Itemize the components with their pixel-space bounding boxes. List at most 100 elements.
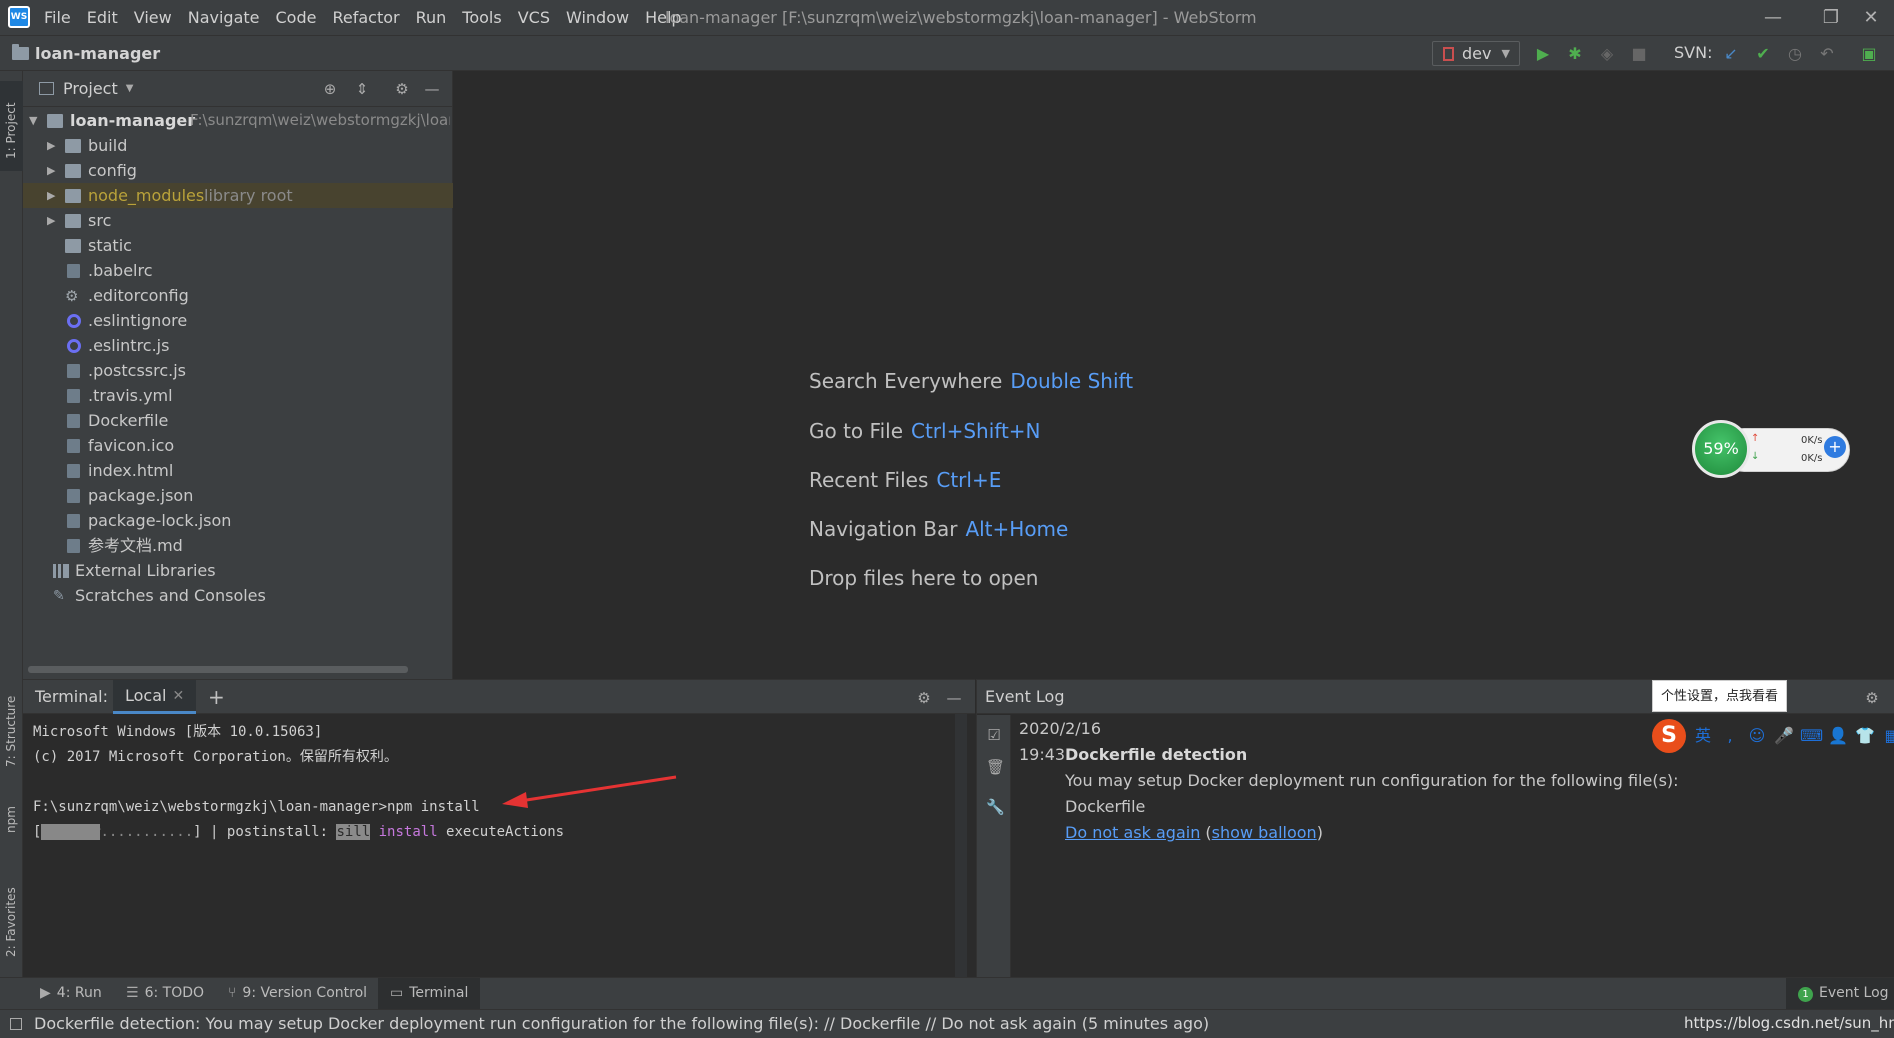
tree-item[interactable]: package.json: [23, 483, 453, 508]
new-terminal-plus-icon[interactable]: +: [208, 680, 225, 714]
menu-navigate[interactable]: Navigate: [188, 0, 260, 35]
tree-item[interactable]: index.html: [23, 458, 453, 483]
svn-update-icon[interactable]: ↙: [1722, 45, 1740, 63]
tab-npm[interactable]: npm: [0, 783, 23, 843]
tree-item[interactable]: .eslintignore: [23, 308, 453, 333]
rollback-icon[interactable]: ↶: [1818, 45, 1836, 63]
menu-edit[interactable]: Edit: [87, 0, 118, 35]
trash-icon[interactable]: 🗑: [986, 759, 1005, 775]
collapsed-arrow-icon[interactable]: ▶: [47, 133, 59, 158]
close-tab-icon[interactable]: ✕: [172, 680, 184, 712]
skin-shirt-icon[interactable]: 👕: [1854, 725, 1876, 747]
tree-external-libraries[interactable]: External Libraries: [23, 558, 453, 583]
tree-item[interactable]: .travis.yml: [23, 383, 453, 408]
toggle-tool-windows-icon[interactable]: [10, 1018, 22, 1030]
tree-item[interactable]: ▶ node_modules library root: [23, 183, 453, 208]
tree-item[interactable]: package-lock.json: [23, 508, 453, 533]
tab-terminal[interactable]: ▭ Terminal: [378, 978, 481, 1009]
tree-item[interactable]: Dockerfile: [23, 408, 453, 433]
bottom-tool-tabs: ▶ 4: Run ☰ 6: TODO ⑂ 9: Version Control ▭ Te…: [0, 977, 1894, 1009]
tree-item-label: .postcssrc.js: [88, 361, 186, 380]
tab-project[interactable]: 1: Project: [0, 81, 23, 171]
svn-commit-icon[interactable]: ✔: [1754, 45, 1772, 63]
debug-icon[interactable]: ✱: [1566, 45, 1584, 63]
wrench-icon[interactable]: 🔧: [986, 799, 1005, 815]
grid-menu-icon[interactable]: ▦: [1881, 725, 1894, 747]
run-config-value: dev: [1462, 44, 1492, 63]
history-icon[interactable]: ◷: [1786, 45, 1804, 63]
layout-icon[interactable]: ▣: [1860, 45, 1878, 63]
menu-window[interactable]: Window: [566, 0, 629, 35]
ime-language-toggle[interactable]: 英: [1692, 725, 1714, 747]
svn-label: SVN:: [1674, 43, 1713, 62]
close-window-button[interactable]: ✕: [1848, 0, 1894, 35]
tree-item[interactable]: .babelrc: [23, 258, 453, 283]
accelerate-plus-icon[interactable]: +: [1824, 436, 1846, 458]
tree-item[interactable]: .postcssrc.js: [23, 358, 453, 383]
stop-icon[interactable]: ■: [1630, 45, 1648, 63]
tree-item[interactable]: static: [23, 233, 453, 258]
terminal-tab-local[interactable]: Local ✕: [113, 680, 197, 714]
tree-item[interactable]: ▶ config: [23, 158, 453, 183]
horizontal-scrollbar[interactable]: [28, 666, 408, 673]
locate-icon[interactable]: ⊕: [321, 80, 339, 98]
menu-refactor[interactable]: Refactor: [332, 0, 399, 35]
event-log-toolbar: ☑ 🗑 🔧: [977, 715, 1011, 978]
tree-root[interactable]: ▼ loan-manager F:\sunzrqm\weiz\webstormg…: [23, 108, 453, 133]
menu-tools[interactable]: Tools: [462, 0, 501, 35]
terminal-output[interactable]: Microsoft Windows [版本 10.0.15063] (c) 20…: [33, 720, 963, 845]
tab-version-control[interactable]: ⑂ 9: Version Control: [228, 978, 367, 1009]
user-icon[interactable]: 👤: [1827, 725, 1849, 747]
tree-item[interactable]: ▶ build: [23, 133, 453, 158]
project-view-select[interactable]: Project ▼: [63, 71, 133, 107]
tree-item[interactable]: favicon.ico: [23, 433, 453, 458]
tab-structure[interactable]: 7: Structure: [0, 671, 23, 771]
gear-icon[interactable]: ⚙: [1863, 689, 1881, 707]
menu-vcs[interactable]: VCS: [518, 0, 550, 35]
tab-favorites[interactable]: 2: Favorites: [0, 861, 23, 971]
mark-read-icon[interactable]: ☑: [986, 727, 1002, 743]
run-icon[interactable]: ▶: [1534, 45, 1552, 63]
terminal-scrollbar[interactable]: [955, 714, 967, 977]
menu-code[interactable]: Code: [276, 0, 317, 35]
punctuation-icon[interactable]: ,: [1719, 725, 1741, 747]
tree-item[interactable]: ▶ src: [23, 208, 453, 233]
editor-empty-area[interactable]: Search Everywhere Double Shift Go to File…: [454, 71, 1894, 679]
run-config-select[interactable]: dev ▼: [1432, 41, 1520, 66]
hide-panel-icon[interactable]: —: [423, 80, 441, 98]
collapsed-arrow-icon[interactable]: ▶: [47, 183, 59, 208]
emoji-icon[interactable]: ☺: [1746, 725, 1768, 747]
menu-file[interactable]: File: [44, 0, 71, 35]
collapse-all-icon[interactable]: ⇕: [353, 80, 371, 98]
collapsed-arrow-icon[interactable]: ▶: [47, 158, 59, 183]
tree-scratches[interactable]: ✎ Scratches and Consoles: [23, 583, 453, 608]
show-balloon-link[interactable]: show balloon: [1212, 823, 1317, 842]
breadcrumb[interactable]: loan-manager: [12, 36, 160, 70]
tab-event-log[interactable]: 1 Event Log: [1786, 978, 1894, 1009]
status-message[interactable]: Dockerfile detection: You may setup Dock…: [34, 1010, 1209, 1037]
eslint-file-icon: [67, 339, 81, 353]
terminal-header: Terminal: Local ✕ + ⚙ —: [23, 680, 975, 714]
gear-icon[interactable]: ⚙: [915, 689, 933, 707]
chevron-down-icon: ▼: [1501, 47, 1510, 60]
gear-icon[interactable]: ⚙: [393, 80, 411, 98]
menu-run[interactable]: Run: [416, 0, 447, 35]
hide-panel-icon[interactable]: —: [945, 689, 963, 707]
terminal-line: Microsoft Windows [版本 10.0.15063]: [33, 724, 323, 740]
coverage-icon[interactable]: ◈: [1598, 45, 1616, 63]
keyboard-icon[interactable]: ⌨: [1800, 725, 1823, 747]
tree-item[interactable]: .eslintrc.js: [23, 333, 453, 358]
minimize-button[interactable]: —: [1750, 0, 1796, 35]
tab-run[interactable]: ▶ 4: Run: [40, 978, 102, 1009]
do-not-ask-again-link[interactable]: Do not ask again: [1065, 823, 1200, 842]
breadcrumb-project[interactable]: loan-manager: [35, 44, 160, 63]
sogou-logo-icon[interactable]: S: [1652, 719, 1686, 753]
tree-item[interactable]: 参考文档.md: [23, 533, 453, 558]
tab-todo[interactable]: ☰ 6: TODO: [126, 978, 204, 1009]
microphone-icon[interactable]: 🎤: [1773, 725, 1795, 747]
network-speed-widget[interactable]: ↑ ↓ 0K/s 0K/s 59% +: [1692, 420, 1850, 478]
tree-item[interactable]: ⚙ .editorconfig: [23, 283, 453, 308]
menu-view[interactable]: View: [134, 0, 172, 35]
collapsed-arrow-icon[interactable]: ▶: [47, 208, 59, 233]
expanded-arrow-icon[interactable]: ▼: [29, 108, 41, 133]
